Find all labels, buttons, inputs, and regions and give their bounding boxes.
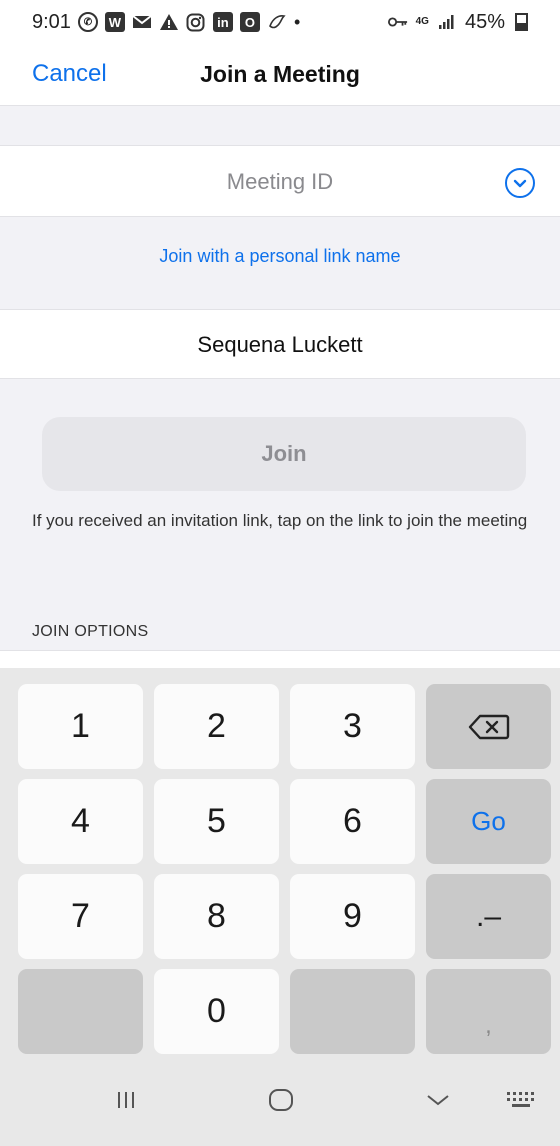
system-nav-bar	[0, 1060, 560, 1146]
chevron-down-icon	[427, 1095, 449, 1106]
status-bar: 9:01 ✆ W in O • 4G 45%	[0, 0, 560, 44]
join-with-personal-link[interactable]: Join with a personal link name	[0, 246, 560, 267]
meeting-id-dropdown-button[interactable]	[505, 168, 535, 198]
status-time: 9:01	[32, 10, 71, 33]
vpn-key-icon	[387, 12, 408, 32]
chevron-down-icon	[513, 179, 527, 188]
key-1[interactable]: 1	[18, 684, 143, 769]
mail-icon	[132, 12, 152, 32]
keyboard-switch-button[interactable]	[482, 1078, 560, 1122]
key-2[interactable]: 2	[154, 684, 279, 769]
join-options-section	[0, 650, 560, 668]
key-3[interactable]: 3	[290, 684, 415, 769]
header: Cancel Join a Meeting	[0, 44, 560, 106]
backspace-icon	[468, 714, 509, 739]
home-button[interactable]	[241, 1078, 321, 1122]
linkedin-icon: in	[212, 12, 233, 32]
key-0[interactable]: 0	[154, 969, 279, 1054]
app-w-icon: W	[104, 12, 125, 32]
display-name-input[interactable]	[40, 326, 520, 364]
blank-key[interactable]	[18, 969, 143, 1054]
join-button[interactable]: Join	[42, 417, 526, 491]
home-icon	[269, 1089, 293, 1111]
alert-icon	[159, 12, 179, 32]
blank-key-2[interactable]	[290, 969, 415, 1054]
cancel-button[interactable]: Cancel	[32, 60, 107, 88]
key-4[interactable]: 4	[18, 779, 143, 864]
outlook-icon: O	[239, 12, 260, 32]
key-9[interactable]: 9	[290, 874, 415, 959]
signal-icon	[437, 12, 457, 32]
dot-icon: •	[293, 11, 301, 32]
go-key[interactable]: Go	[426, 779, 551, 864]
key-6[interactable]: 6	[290, 779, 415, 864]
bird-icon	[267, 12, 287, 32]
network-4g-icon: 4G	[415, 16, 429, 27]
meeting-id-input[interactable]	[70, 164, 490, 200]
recent-apps-icon	[118, 1092, 134, 1108]
dot-dash-key[interactable]: .–	[426, 874, 551, 959]
invitation-hint: If you received an invitation link, tap …	[32, 511, 528, 530]
status-left: 9:01 ✆ W in O •	[32, 11, 300, 34]
recent-apps-button[interactable]	[86, 1078, 166, 1122]
key-5[interactable]: 5	[154, 779, 279, 864]
battery-icon	[515, 13, 528, 31]
meeting-id-row	[0, 145, 560, 217]
battery-level: 45%	[464, 10, 505, 33]
comma-key[interactable]: ,	[426, 969, 551, 1054]
key-7[interactable]: 7	[18, 874, 143, 959]
hide-keyboard-button[interactable]	[398, 1078, 478, 1122]
numeric-keypad: 1 2 3 4 5 6 Go 7 8 9 .– 0 ,	[0, 668, 560, 1060]
status-right: 4G 45%	[387, 10, 528, 34]
backspace-key[interactable]	[426, 684, 551, 769]
name-row	[0, 309, 560, 379]
instagram-icon	[186, 12, 206, 32]
key-8[interactable]: 8	[154, 874, 279, 959]
whatsapp-icon: ✆	[77, 12, 98, 32]
join-options-label: JOIN OPTIONS	[32, 623, 149, 640]
keyboard-icon	[507, 1092, 534, 1107]
